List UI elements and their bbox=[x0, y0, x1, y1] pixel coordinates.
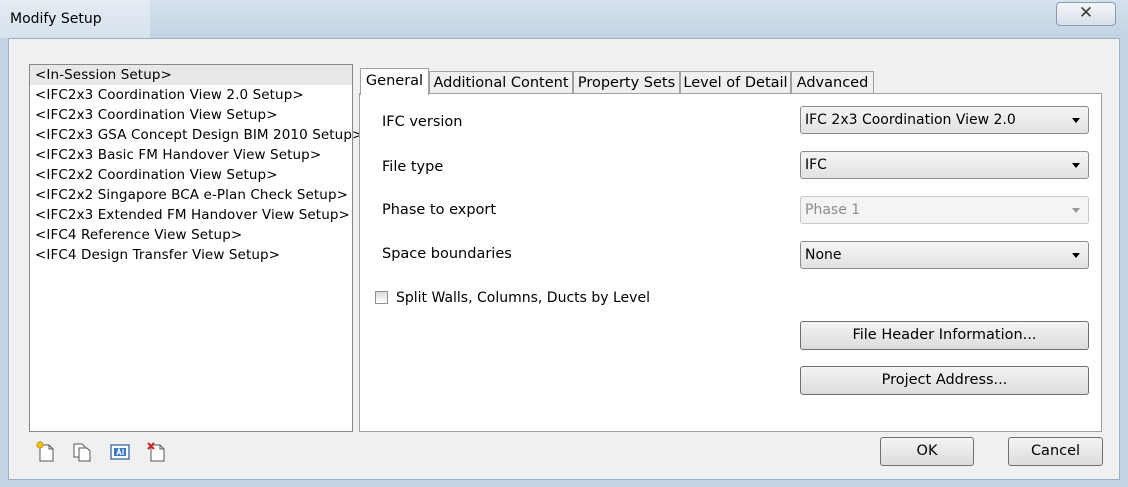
chevron-down-icon bbox=[1072, 208, 1080, 213]
setup-list-item[interactable]: <IFC4 Reference View Setup> bbox=[30, 225, 352, 245]
space-boundaries-value: None bbox=[805, 247, 842, 263]
space-boundaries-dropdown[interactable]: None bbox=[800, 241, 1089, 269]
duplicate-setup-icon[interactable] bbox=[71, 441, 93, 463]
file-header-information-button[interactable]: File Header Information... bbox=[800, 321, 1089, 350]
setup-list-item[interactable]: <IFC2x3 GSA Concept Design BIM 2010 Setu… bbox=[30, 125, 363, 145]
setup-list-item[interactable]: <IFC2x2 Singapore BCA e-Plan Check Setup… bbox=[30, 185, 352, 205]
chevron-down-icon bbox=[1072, 118, 1080, 123]
file-type-value: IFC bbox=[805, 157, 827, 173]
title-bar: Modify Setup ✕ bbox=[0, 0, 1128, 38]
split-by-level-label: Split Walls, Columns, Ducts by Level bbox=[396, 290, 650, 306]
window-title: Modify Setup bbox=[10, 11, 102, 27]
ok-button[interactable]: OK bbox=[880, 437, 974, 466]
dialog-body: <In-Session Setup> <IFC2x3 Coordination … bbox=[8, 38, 1120, 480]
setup-list-item[interactable]: <In-Session Setup> bbox=[30, 65, 352, 85]
ifc-version-value: IFC 2x3 Coordination View 2.0 bbox=[805, 112, 1016, 128]
new-setup-icon[interactable] bbox=[35, 441, 57, 463]
phase-dropdown: Phase 1 bbox=[800, 196, 1089, 224]
setup-list-item[interactable]: <IFC2x3 Basic FM Handover View Setup> bbox=[30, 145, 352, 165]
tab-additional-content[interactable]: Additional Content bbox=[429, 71, 573, 94]
close-button[interactable]: ✕ bbox=[1056, 2, 1116, 26]
cancel-button[interactable]: Cancel bbox=[1008, 437, 1103, 466]
tab-property-sets[interactable]: Property Sets bbox=[573, 71, 680, 94]
close-icon: ✕ bbox=[1078, 3, 1094, 23]
ifc-version-label: IFC version bbox=[382, 114, 463, 130]
delete-setup-icon[interactable] bbox=[146, 441, 168, 463]
project-address-button[interactable]: Project Address... bbox=[800, 366, 1089, 395]
setup-list-item[interactable]: <IFC2x2 Coordination View Setup> bbox=[30, 165, 352, 185]
space-boundaries-label: Space boundaries bbox=[382, 246, 512, 262]
setup-list-item[interactable]: <IFC2x3 Extended FM Handover View Setup> bbox=[30, 205, 352, 225]
ifc-version-dropdown[interactable]: IFC 2x3 Coordination View 2.0 bbox=[800, 106, 1089, 134]
tab-advanced[interactable]: Advanced bbox=[791, 71, 874, 94]
chevron-down-icon bbox=[1072, 253, 1080, 258]
phase-label: Phase to export bbox=[382, 202, 497, 218]
setup-list[interactable]: <In-Session Setup> <IFC2x3 Coordination … bbox=[29, 64, 363, 432]
phase-value: Phase 1 bbox=[805, 202, 861, 218]
general-tab-panel: IFC version IFC 2x3 Coordination View 2.… bbox=[359, 93, 1102, 432]
setup-list-item[interactable]: <IFC2x3 Coordination View 2.0 Setup> bbox=[30, 85, 352, 105]
chevron-down-icon bbox=[1072, 163, 1080, 168]
setup-list-item[interactable]: <IFC2x3 Coordination View Setup> bbox=[30, 105, 352, 125]
tab-level-of-detail[interactable]: Level of Detail bbox=[680, 71, 791, 94]
rename-setup-icon[interactable] bbox=[109, 441, 131, 463]
split-by-level-checkbox[interactable] bbox=[375, 291, 388, 304]
file-type-label: File type bbox=[382, 159, 444, 175]
tab-general[interactable]: General bbox=[360, 68, 429, 95]
setup-list-item[interactable]: <IFC4 Design Transfer View Setup> bbox=[30, 245, 352, 265]
file-type-dropdown[interactable]: IFC bbox=[800, 151, 1089, 179]
